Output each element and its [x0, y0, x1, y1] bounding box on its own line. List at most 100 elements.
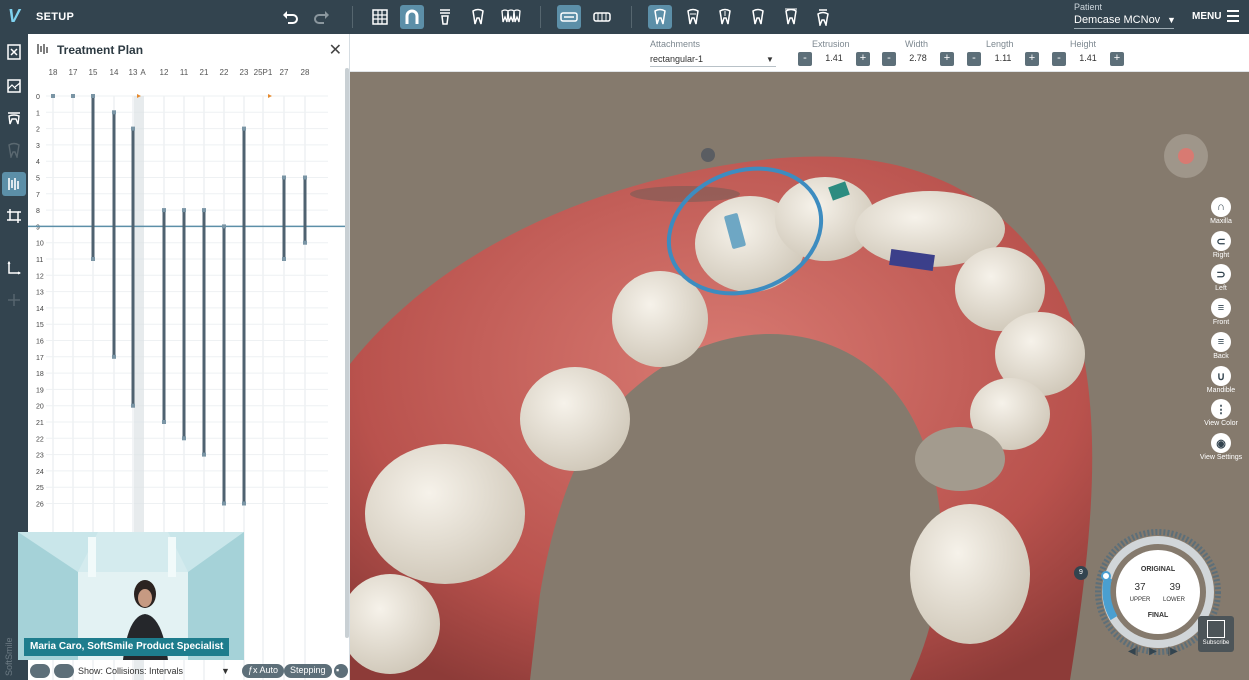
footer-view-button-1[interactable]: [30, 664, 50, 678]
playback-controls: ◀| ▶ |▶: [1128, 646, 1178, 657]
view-mandible-button[interactable]: ∪ Mandible: [1198, 366, 1244, 394]
tooth-label[interactable]: 15: [89, 68, 98, 77]
tooth-label[interactable]: 12: [160, 68, 169, 77]
tooth-move-icon: [719, 8, 731, 25]
extrusion-increment-button[interactable]: +: [856, 52, 870, 66]
teeth-set-button[interactable]: [499, 5, 523, 29]
stage-label: 15: [36, 322, 44, 329]
movement-end-handle: [222, 501, 226, 506]
tooth-icon: [472, 8, 484, 25]
play-icon: [1207, 620, 1225, 638]
movement-end-handle: [182, 436, 186, 441]
redo-button[interactable]: [310, 5, 334, 29]
arch-view-button[interactable]: [400, 5, 424, 29]
ipr-view-button[interactable]: [590, 5, 614, 29]
play-icon[interactable]: ▶: [1149, 646, 1157, 657]
crop-icon: [7, 209, 21, 223]
show-filter-select[interactable]: Show: Collisions: Intervals: [78, 666, 183, 676]
top-toolbar: V SETUP Patient Demcase MCNov ▼ MENU: [0, 0, 1249, 34]
stepping-button[interactable]: Stepping: [284, 664, 332, 678]
stage-label: 14: [36, 306, 44, 313]
height-increment-button[interactable]: +: [1110, 52, 1124, 66]
back-view-icon: ≡: [1211, 332, 1231, 352]
length-increment-button[interactable]: +: [1025, 52, 1039, 66]
tooth-label[interactable]: 27: [280, 68, 289, 77]
upper-count: 37: [1134, 582, 1146, 593]
undo-button[interactable]: [278, 5, 302, 29]
footer-view-button-2[interactable]: [54, 664, 74, 678]
divider: [540, 6, 541, 28]
view-color-button[interactable]: ⋮ View Color: [1198, 399, 1244, 427]
attachments-view-button[interactable]: [557, 5, 581, 29]
trash-icon[interactable]: ▪: [334, 664, 348, 678]
rail-teeth-button[interactable]: [2, 106, 26, 130]
tooth-label[interactable]: 22: [220, 68, 229, 77]
chevron-down-icon[interactable]: ▼: [766, 55, 774, 64]
extrusion-decrement-button[interactable]: -: [798, 52, 812, 66]
tooth-tool-4-button[interactable]: [746, 5, 770, 29]
view-settings-button[interactable]: ◉ View Settings: [1198, 433, 1244, 461]
view-left-button[interactable]: ⊃ Left: [1198, 264, 1244, 292]
rail-crop-button[interactable]: [2, 204, 26, 228]
stage-label: 8: [36, 208, 40, 215]
rail-treatment-plan-button[interactable]: [2, 172, 26, 196]
view-label: View Color: [1204, 420, 1238, 427]
height-decrement-button[interactable]: -: [1052, 52, 1066, 66]
view-maxilla-button[interactable]: ∩ Maxilla: [1198, 197, 1244, 225]
chevron-down-icon[interactable]: ▼: [221, 666, 230, 676]
view-right-button[interactable]: ⊂ Right: [1198, 231, 1244, 259]
tooth-tool-1-button[interactable]: [648, 5, 672, 29]
tooth-label[interactable]: 25P1: [254, 68, 273, 77]
width-increment-button[interactable]: +: [940, 52, 954, 66]
view-label: Back: [1213, 353, 1229, 360]
menu-button[interactable]: MENU: [1192, 11, 1221, 22]
tooth-tool-6-button[interactable]: [811, 5, 835, 29]
rail-export-button[interactable]: [2, 40, 26, 64]
tooth-number-row: 18 17 15 14 13 A 12 11 21 22 23 25P1 27 …: [28, 64, 350, 86]
grid-view-button[interactable]: [368, 5, 392, 29]
tooth-label[interactable]: 13: [129, 68, 138, 77]
tooth-tool-3-button[interactable]: [713, 5, 737, 29]
tooth-label[interactable]: 11: [180, 68, 188, 77]
tooth-axis-button[interactable]: [433, 5, 457, 29]
length-value[interactable]: 1.11: [983, 53, 1023, 63]
next-step-icon[interactable]: |▶: [1168, 646, 1178, 657]
previous-step-icon[interactable]: ◀|: [1128, 646, 1138, 657]
width-decrement-button[interactable]: -: [882, 52, 896, 66]
tooth-label[interactable]: 18: [49, 68, 58, 77]
flag-marker: [268, 94, 272, 98]
view-back-button[interactable]: ≡ Back: [1198, 332, 1244, 360]
extrusion-value[interactable]: 1.41: [814, 53, 854, 63]
movement-end-handle: [91, 257, 95, 261]
auto-button[interactable]: ƒx Auto: [242, 664, 285, 678]
rail-measure-button[interactable]: [2, 256, 26, 280]
hamburger-icon[interactable]: [1227, 10, 1239, 25]
arch-icon: [405, 9, 419, 24]
divider: [631, 6, 632, 28]
right-view-icon: ⊂: [1211, 231, 1231, 251]
height-value[interactable]: 1.41: [1068, 53, 1108, 63]
tooth-shape-button[interactable]: [466, 5, 490, 29]
tooth-tool-5-button[interactable]: [779, 5, 803, 29]
close-icon[interactable]: ✕: [329, 40, 342, 60]
rail-gallery-button[interactable]: [2, 74, 26, 98]
attachment-type-select[interactable]: rectangular-1: [650, 54, 776, 67]
original-label[interactable]: ORIGINAL: [1118, 566, 1198, 573]
length-decrement-button[interactable]: -: [967, 52, 981, 66]
treatment-plan-icon: [8, 178, 19, 190]
chevron-down-icon[interactable]: ▼: [1167, 15, 1176, 25]
tooth-label[interactable]: 21: [200, 68, 209, 77]
tooth-label[interactable]: 23: [240, 68, 249, 77]
tooth-label[interactable]: 14: [110, 68, 119, 77]
view-label: Front: [1212, 319, 1230, 326]
panel-scrollbar[interactable]: [345, 68, 349, 638]
view-front-button[interactable]: ≡ Front: [1198, 298, 1244, 326]
tooth-label[interactable]: 17: [69, 68, 78, 77]
tooth-label[interactable]: A: [140, 68, 145, 77]
width-value[interactable]: 2.78: [898, 53, 938, 63]
final-label[interactable]: FINAL: [1118, 612, 1198, 619]
tooth-tool-2-button[interactable]: [681, 5, 705, 29]
subscribe-button[interactable]: Subscribe: [1198, 616, 1234, 652]
tooth-label[interactable]: 28: [301, 68, 310, 77]
patient-select[interactable]: Demcase MCNov: [1074, 14, 1174, 29]
